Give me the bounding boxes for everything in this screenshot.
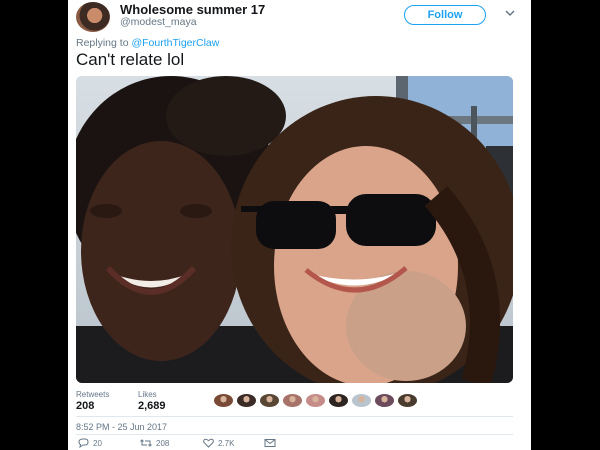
liker-avatar[interactable] (398, 394, 417, 407)
retweet-icon (140, 439, 152, 447)
liker-avatar[interactable] (306, 394, 325, 407)
reply-context: Replying to @FourthTigerClaw (76, 37, 219, 49)
like-count: 2.7K (218, 438, 235, 448)
reply-mention-link[interactable]: @FourthTigerClaw (131, 37, 219, 49)
tweet-text: Can't relate lol (76, 50, 185, 69)
tweet-photo[interactable] (76, 76, 513, 383)
chevron-down-icon[interactable] (504, 7, 516, 19)
liker-avatars (214, 394, 417, 407)
message-icon (264, 439, 276, 447)
message-button[interactable] (264, 438, 276, 448)
reply-count: 20 (93, 438, 102, 448)
liker-avatar[interactable] (260, 394, 279, 407)
selfie-image (76, 76, 513, 383)
heart-icon (203, 438, 214, 448)
reply-icon (78, 438, 89, 448)
display-name[interactable]: Wholesome summer 17 (120, 2, 265, 17)
tweet-actions: 20 208 2.7K (76, 438, 513, 450)
like-button[interactable]: 2.7K (203, 438, 234, 448)
liker-avatar[interactable] (214, 394, 233, 407)
retweet-button[interactable]: 208 (140, 438, 169, 448)
tweet-header: Wholesome summer 17 @modest_maya Follow (76, 2, 523, 32)
liker-avatar[interactable] (375, 394, 394, 407)
tweet-card: Wholesome summer 17 @modest_maya Follow … (68, 0, 531, 450)
liker-avatar[interactable] (237, 394, 256, 407)
liker-avatar[interactable] (329, 394, 348, 407)
divider (76, 416, 513, 417)
liker-avatar[interactable] (283, 394, 302, 407)
divider (76, 434, 513, 435)
reply-prefix: Replying to (76, 37, 129, 49)
liker-avatar[interactable] (352, 394, 371, 407)
reply-button[interactable]: 20 (78, 438, 102, 448)
tweet-stats: Retweets 208 Likes 2,689 (76, 390, 513, 418)
avatar[interactable] (76, 2, 110, 32)
likes-count[interactable]: 2,689 (138, 400, 166, 412)
retweets-count[interactable]: 208 (76, 400, 94, 412)
likes-label: Likes (138, 390, 157, 399)
follow-button[interactable]: Follow (404, 5, 486, 25)
retweets-label: Retweets (76, 390, 110, 399)
user-handle[interactable]: @modest_maya (120, 16, 197, 28)
timestamp[interactable]: 8:52 PM - 25 Jun 2017 (76, 422, 167, 432)
retweet-count: 208 (156, 438, 170, 448)
